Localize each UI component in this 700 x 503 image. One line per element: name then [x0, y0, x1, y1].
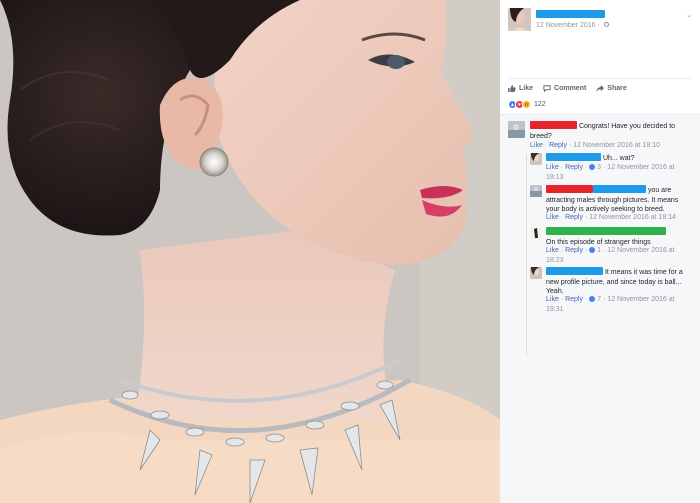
post-timestamp[interactable]: 12 November 2016 ·: [536, 22, 609, 29]
avatar[interactable]: [530, 267, 542, 279]
comment-timestamp[interactable]: · 12 November 2016 at 18:14: [583, 214, 676, 221]
comment-like-link[interactable]: Like: [546, 214, 559, 221]
like-label: Like: [519, 85, 534, 92]
comment-meta: Like · Reply · 3 · 12 November 2016 at 1…: [546, 164, 675, 181]
comment-button[interactable]: Comment: [543, 83, 586, 94]
comment-like-link[interactable]: Like: [530, 142, 543, 149]
avatar[interactable]: [530, 227, 542, 239]
comment-reply-link[interactable]: Reply: [565, 296, 583, 303]
share-button[interactable]: Share: [596, 83, 627, 94]
redacted-commenter-name[interactable]: [546, 227, 666, 235]
comment-meta: Like · Reply · 12 November 2016 at 18:10: [530, 142, 660, 149]
like-button[interactable]: Like: [508, 83, 533, 94]
comment-body: It means it was time for a new profile p…: [546, 267, 691, 297]
reactions-summary[interactable]: ▲ ♥ o 122: [508, 100, 546, 109]
portrait-illustration: [0, 0, 500, 503]
comment-body: Congrats! Have you decided to breed?: [530, 121, 680, 141]
reply-thread-line: [526, 154, 527, 356]
post-header: 12 November 2016 · ⌄: [508, 8, 696, 38]
post-actions: Like Comment Share: [508, 78, 692, 94]
comment-reply-link[interactable]: Reply: [565, 214, 583, 221]
avatar[interactable]: [508, 8, 531, 31]
reaction-count: 122: [534, 101, 546, 108]
redacted-author-name[interactable]: [536, 10, 605, 18]
like-reaction-icon: [589, 164, 596, 170]
comment-body: On this episode of stranger things: [546, 227, 691, 247]
comment-timestamp[interactable]: · 12 November 2016 at 18:10: [567, 142, 660, 149]
comment-meta: Like · Reply · 1 · 12 November 2016 at 1…: [546, 247, 675, 264]
wow-reaction-icon: o: [522, 100, 531, 109]
comment-like-link[interactable]: Like: [546, 247, 559, 254]
comment-reply-link[interactable]: Reply: [565, 164, 583, 171]
thumbs-up-icon: [508, 85, 516, 92]
comment-text: On this episode of stranger things: [546, 238, 651, 246]
redacted-commenter-name[interactable]: [546, 153, 601, 161]
comment-like-link[interactable]: Like: [546, 164, 559, 171]
redacted-commenter-name[interactable]: [546, 267, 603, 275]
facebook-photo-viewer: 12 November 2016 · ⌄ Like Comment Share …: [0, 0, 700, 503]
comment-body: you are attracting males through picture…: [546, 185, 691, 215]
avatar[interactable]: [508, 121, 525, 138]
comment-label: Comment: [554, 85, 587, 92]
redacted-commenter-name[interactable]: [546, 185, 593, 193]
comments-section: Congrats! Have you decided to breed? Lik…: [500, 114, 700, 503]
comment-like-link[interactable]: Like: [546, 296, 559, 303]
like-reaction-icon: [589, 247, 596, 253]
comment-meta: Like · Reply · 7 · 12 November 2016 at 1…: [546, 296, 675, 313]
chevron-down-icon[interactable]: ⌄: [686, 11, 692, 19]
avatar[interactable]: [530, 185, 542, 197]
share-label: Share: [607, 85, 627, 92]
comment-icon: [543, 85, 551, 92]
comment-reply-link[interactable]: Reply: [549, 142, 567, 149]
redacted-mention[interactable]: [593, 185, 646, 193]
globe-icon: [603, 22, 609, 27]
post-date-text: 12 November 2016 ·: [536, 22, 600, 29]
avatar[interactable]: [530, 153, 542, 165]
post-photo[interactable]: [0, 0, 500, 503]
like-reaction-icon: [589, 296, 596, 302]
comment-reply-link[interactable]: Reply: [565, 247, 583, 254]
share-icon: [596, 85, 605, 92]
redacted-commenter-name[interactable]: [530, 121, 577, 129]
post-side-panel: 12 November 2016 · ⌄ Like Comment Share …: [500, 0, 700, 503]
comment-text: Uh... wat?: [602, 155, 635, 162]
comment-body: Uh... wat?: [546, 153, 691, 164]
comment-meta: Like · Reply · 12 November 2016 at 18:14: [546, 214, 676, 221]
